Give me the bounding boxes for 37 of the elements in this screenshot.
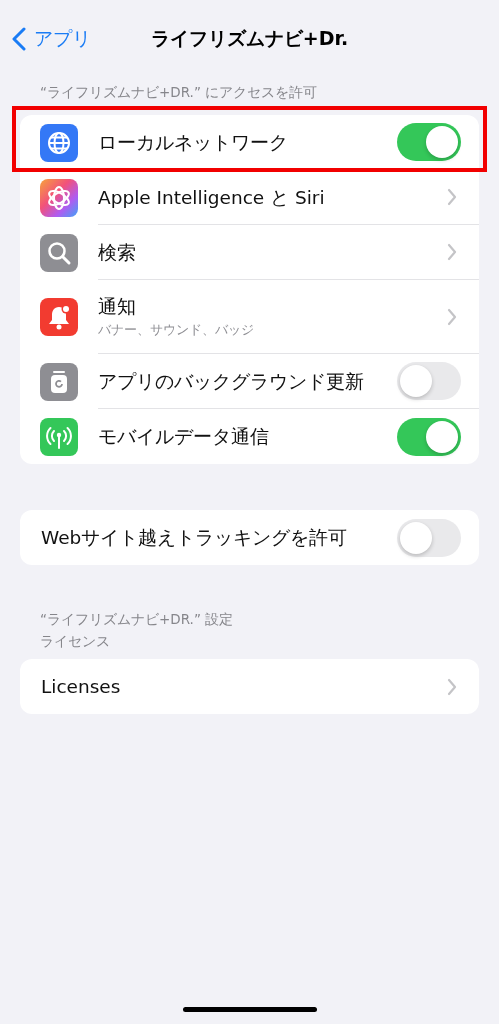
back-chevron-icon xyxy=(12,27,26,51)
screen-title: ライフリズムナビ+Dr. xyxy=(150,26,349,51)
chevron-icon xyxy=(447,188,457,206)
refresh-icon xyxy=(40,362,78,401)
toggle-switch[interactable] xyxy=(397,362,461,400)
row-label: ローカルネットワーク xyxy=(98,130,289,155)
section-header: ライセンス xyxy=(40,633,111,651)
settings-row[interactable]: ローカルネットワーク xyxy=(20,115,479,170)
toggle-switch[interactable] xyxy=(397,518,461,557)
settings-row[interactable]: アプリのバックグラウンド更新 xyxy=(20,354,479,409)
settings-row[interactable]: 検索 xyxy=(20,225,479,280)
row-label: アプリのバックグラウンド更新 xyxy=(98,369,365,394)
antenna-icon xyxy=(40,417,78,456)
row-label: 通知 xyxy=(98,295,137,319)
toggle-switch[interactable] xyxy=(397,123,461,161)
row-subtitle: バナー、サウンド、バッジ xyxy=(98,322,255,339)
flower-icon xyxy=(40,178,78,217)
toggle-switch[interactable] xyxy=(397,417,461,456)
section-header: “ライフリズムナビ+DR.” 設定 xyxy=(40,611,235,629)
row-label: Apple Intelligence と Siri xyxy=(98,185,326,210)
search-icon xyxy=(40,233,78,272)
bell-icon xyxy=(40,298,78,336)
settings-row[interactable]: Apple Intelligence と Siri xyxy=(20,170,479,225)
row-label: Licenses xyxy=(41,676,122,697)
settings-row[interactable]: Webサイト越えトラッキングを許可 xyxy=(20,510,479,565)
row-label: Webサイト越えトラッキングを許可 xyxy=(41,526,349,550)
chevron-icon xyxy=(447,243,457,261)
row-label: 検索 xyxy=(98,240,137,265)
row-label: モバイルデータ通信 xyxy=(98,425,270,449)
back-button[interactable]: アプリ xyxy=(0,26,91,52)
settings-row[interactable]: 通知 バナー、サウンド、バッジ xyxy=(20,280,479,354)
chevron-icon xyxy=(447,307,457,326)
section-header: “ライフリズムナビ+DR.” にアクセスを許可 xyxy=(40,84,319,102)
settings-row[interactable]: モバイルデータ通信 xyxy=(20,409,479,464)
globe-icon xyxy=(40,123,78,162)
chevron-icon xyxy=(447,677,457,696)
settings-row[interactable]: Licenses xyxy=(20,659,479,714)
